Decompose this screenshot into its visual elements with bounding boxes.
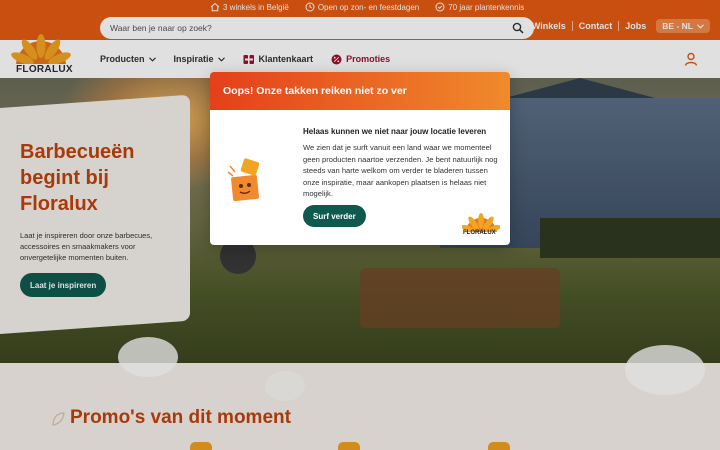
plant-box-icon [227, 158, 260, 202]
modal-body: Helaas kunnen we niet naar jouw locatie … [210, 110, 510, 245]
location-modal: Oops! Onze takken reiken niet zo ver Hel… [210, 72, 510, 245]
modal-header: Oops! Onze takken reiken niet zo ver [210, 72, 510, 110]
modal-text: We zien dat je surft vanuit een land waa… [303, 143, 498, 198]
surf-verder-button[interactable]: Surf verder [303, 205, 366, 227]
modal-subtitle: Helaas kunnen we niet naar jouw locatie … [303, 127, 487, 136]
modal-title: Oops! Onze takken reiken niet zo ver [223, 85, 407, 97]
modal-logo-text: FLORALUX [463, 230, 496, 236]
